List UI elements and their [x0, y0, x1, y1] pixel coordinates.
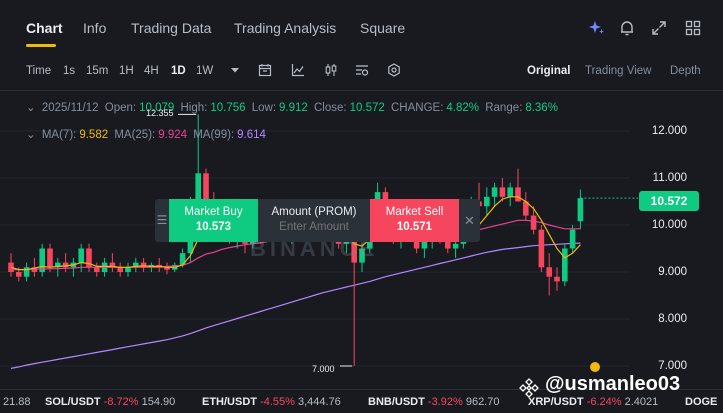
- candle-body: [577, 198, 584, 222]
- notification-dot: [590, 362, 600, 372]
- collapse-chevron-icon[interactable]: ⌄: [26, 102, 36, 114]
- ticker-item[interactable]: ETH/USDT -4.55% 3,444.76: [202, 396, 341, 408]
- price-axis-label: 10.000: [651, 219, 687, 231]
- tab-trading-data[interactable]: Trading Data: [131, 20, 211, 36]
- candle-body: [530, 215, 537, 230]
- candle-body: [507, 187, 513, 197]
- ma-collapse-chevron-icon[interactable]: ⌄: [26, 129, 36, 141]
- tab-chart[interactable]: Chart: [26, 20, 63, 36]
- candle-body: [117, 267, 123, 272]
- timeframe-1s[interactable]: 1s: [63, 65, 75, 77]
- ai-sparkle-icon[interactable]: [588, 19, 606, 37]
- ticker-item[interactable]: BNB/USDT -3.92% 962.70: [368, 396, 499, 408]
- screener-icon[interactable]: [355, 63, 369, 77]
- low-marker-label: 7.000: [312, 364, 335, 374]
- sell-price: 10.571: [396, 221, 433, 233]
- timeframe-time[interactable]: Time: [26, 65, 51, 77]
- ticker-item[interactable]: XRP/USDT -6.24% 2.4021: [528, 396, 658, 408]
- ohlc-high: 10.756: [210, 102, 246, 114]
- candle-body: [515, 187, 521, 202]
- ma-row: ⌄ MA(7): 9.582 MA(25): 9.924 MA(99): 9.614: [26, 129, 266, 141]
- timeframe-dropdown-icon[interactable]: [228, 63, 242, 77]
- candle-body: [569, 229, 576, 249]
- user-handle-overlay: @usmanleo03: [545, 373, 681, 395]
- buy-price: 10.573: [195, 221, 232, 233]
- quick-trade-panel: ☰ Market Buy 10.573 Amount (PROM) Market…: [155, 199, 480, 242]
- toolbar-divider: [0, 90, 723, 91]
- candle-body: [554, 276, 560, 282]
- ohlc-low: 9.912: [279, 102, 308, 114]
- ma25-value: 9.924: [158, 129, 188, 141]
- close-icon[interactable]: ✕: [459, 199, 480, 242]
- amount-input[interactable]: [258, 221, 370, 233]
- candle-body: [546, 267, 552, 277]
- drag-handle-icon[interactable]: ☰: [155, 199, 169, 242]
- candle-body: [16, 272, 22, 277]
- candle-body: [47, 248, 53, 268]
- amount-field-container: Amount (PROM): [258, 199, 370, 242]
- view-trading-view[interactable]: Trading View: [585, 65, 651, 77]
- price-axis-label: 7.000: [658, 360, 687, 372]
- ohlc-close: 10.572: [349, 102, 385, 114]
- tab-square[interactable]: Square: [360, 20, 405, 36]
- calendar-icon[interactable]: [258, 63, 272, 77]
- price-axis-label: 8.000: [658, 313, 687, 325]
- current-price-tag: 10.572: [639, 191, 699, 211]
- ohlc-date: 2025/11/12: [41, 102, 99, 114]
- tab-info[interactable]: Info: [83, 20, 106, 36]
- candle-body: [94, 267, 100, 272]
- settings-hex-icon[interactable]: [387, 63, 401, 77]
- binance-logo-icon: [519, 378, 539, 398]
- candles-icon[interactable]: [324, 63, 338, 77]
- candle-body: [484, 196, 490, 207]
- timeframe-1w[interactable]: 1W: [196, 65, 213, 77]
- ohlc-change: 4.82%: [446, 102, 480, 114]
- candle-body: [125, 267, 131, 272]
- ohlc-range: 8.36%: [525, 102, 558, 114]
- timeframe-4h[interactable]: 4H: [144, 65, 159, 77]
- timeframe-15m[interactable]: 15m: [86, 65, 108, 77]
- candle-body: [452, 243, 459, 249]
- market-sell-button[interactable]: Market Sell 10.571: [370, 199, 459, 242]
- ticker-item[interactable]: SOL/USDT -8.72% 154.90: [45, 396, 175, 408]
- candle-body: [562, 248, 568, 282]
- candle-body: [538, 229, 545, 268]
- ticker-item[interactable]: DOGE: [685, 396, 717, 408]
- timeframe-1d[interactable]: 1D: [171, 65, 186, 77]
- ma7-value: 9.582: [79, 129, 109, 141]
- bell-icon[interactable]: [618, 19, 636, 37]
- line-chart-icon[interactable]: [291, 63, 305, 77]
- view-depth[interactable]: Depth: [670, 65, 701, 77]
- candle-body: [78, 248, 84, 263]
- expand-icon[interactable]: [650, 19, 668, 37]
- ohlc-row: ⌄ 2025/11/12 Open: 10.079 High: 10.756 Low…: [26, 102, 558, 114]
- top-bar: Chart Info Trading Data Trading Analysis…: [0, 0, 723, 52]
- ma99-value: 9.614: [237, 129, 266, 141]
- ticker-item[interactable]: 21.88: [3, 396, 31, 408]
- grid-icon[interactable]: [684, 19, 702, 37]
- market-buy-button[interactable]: Market Buy 10.573: [169, 199, 258, 242]
- price-axis-label: 11.000: [652, 172, 687, 184]
- candle-body: [499, 187, 506, 197]
- price-axis-label: 12.000: [651, 125, 687, 137]
- tab-trading-analysis[interactable]: Trading Analysis: [234, 20, 336, 36]
- candle-body: [203, 173, 209, 202]
- active-tab-indicator: [26, 44, 56, 47]
- price-axis-label: 9.000: [658, 266, 687, 278]
- timeframe-1h[interactable]: 1H: [119, 65, 134, 77]
- high-marker-label: 12.355: [146, 108, 174, 118]
- candle-body: [491, 187, 498, 197]
- view-original[interactable]: Original: [527, 65, 570, 77]
